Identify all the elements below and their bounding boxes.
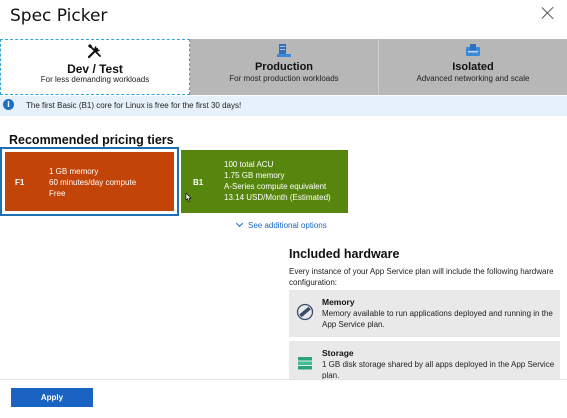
tier-detail-line: 60 minutes/day compute: [49, 178, 137, 187]
hardware-item-memory: Memory Memory available to run applicati…: [289, 290, 560, 337]
tab-dev-test[interactable]: Dev / Test For less demanding workloads: [0, 39, 190, 95]
page-title: Spec Picker: [10, 6, 108, 26]
tier-detail-line: 13.14 USD/Month (Estimated): [224, 193, 331, 202]
tier-detail-line: A-Series compute equivalent: [224, 182, 327, 191]
info-text: The first Basic (B1) core for Linux is f…: [26, 101, 242, 110]
tab-description: For most production workloads: [229, 74, 339, 83]
section-title-hardware: Included hardware: [289, 247, 400, 261]
tier-id: B1: [193, 178, 204, 187]
footer: Apply: [0, 379, 567, 418]
chevron-down-icon: [235, 219, 244, 228]
server-icon: [277, 44, 291, 57]
tier-details: 1 GB memory 60 minutes/day compute Free: [49, 166, 136, 199]
see-additional-options-link[interactable]: See additional options: [235, 219, 327, 230]
tier-id: F1: [15, 178, 25, 187]
see-more-label: See additional options: [248, 221, 327, 230]
tab-label: Isolated: [452, 61, 494, 73]
tier-detail-line: 1 GB memory: [49, 167, 99, 176]
hardware-item-description: Memory available to run applications dep…: [322, 309, 553, 329]
storage-icon: [298, 357, 312, 370]
pricing-tier-f1[interactable]: F1 1 GB memory 60 minutes/day compute Fr…: [0, 147, 179, 216]
tier-details: 100 total ACU 1.75 GB memory A-Series co…: [224, 159, 331, 203]
tab-description: Advanced networking and scale: [416, 74, 530, 83]
tab-label: Production: [254, 61, 314, 73]
hardware-description: Every instance of your App Service plan …: [289, 267, 554, 287]
pricing-tier-b1[interactable]: B1 100 total ACU 1.75 GB memory A-Series…: [181, 150, 348, 213]
apply-button[interactable]: Apply: [11, 388, 93, 407]
mouse-cursor-icon: [185, 193, 192, 202]
close-icon[interactable]: [541, 6, 555, 20]
memory-icon: [296, 303, 314, 321]
blade-header: Spec Picker: [0, 0, 567, 40]
tier-detail-line: 1.75 GB memory: [224, 171, 285, 180]
hardware-item-name: Storage: [322, 348, 354, 358]
tab-description: For less demanding workloads: [40, 75, 150, 84]
isolated-server-icon: [466, 44, 480, 56]
hardware-item-name: Memory: [322, 297, 355, 307]
tier-category-tabs: Dev / Test For less demanding workloads …: [0, 39, 567, 95]
tab-isolated[interactable]: Isolated Advanced networking and scale: [379, 39, 567, 95]
hardware-item-description: 1 GB disk storage shared by all apps dep…: [322, 360, 555, 380]
section-title-recommended: Recommended pricing tiers: [9, 133, 174, 147]
hardware-item-storage: Storage 1 GB disk storage shared by all …: [289, 341, 560, 383]
tier-detail-line: 100 total ACU: [224, 160, 274, 169]
tab-label: Dev / Test: [67, 62, 123, 76]
tab-production[interactable]: Production For most production workloads: [190, 39, 379, 95]
info-icon: i: [3, 99, 14, 110]
tools-icon: [87, 43, 101, 59]
info-banner: i The first Basic (B1) core for Linux is…: [0, 96, 567, 116]
tier-detail-line: Free: [49, 189, 66, 198]
